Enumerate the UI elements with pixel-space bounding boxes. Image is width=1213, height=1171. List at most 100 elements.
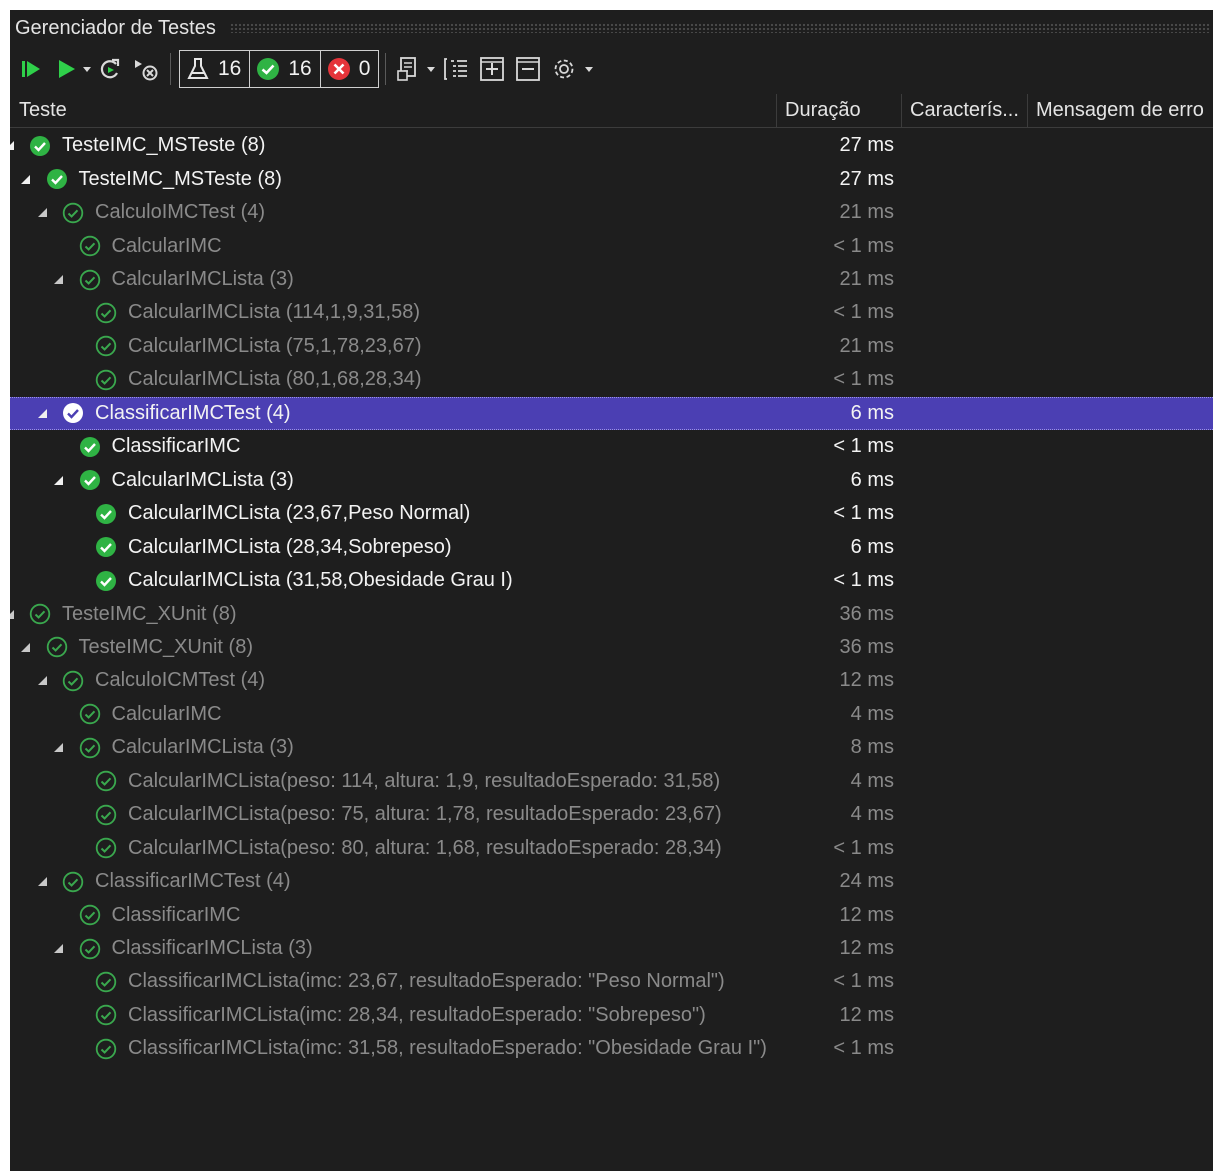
rerun-icon[interactable] [94, 51, 128, 87]
test-name: CalcularIMCLista (31,58,Obesidade Grau I… [128, 569, 513, 592]
test-duration: 12 ms [839, 937, 894, 960]
title-drag-grip[interactable] [229, 23, 1211, 33]
test-duration: 4 ms [850, 702, 894, 725]
playlist-icon[interactable] [392, 51, 424, 87]
tree-row[interactable]: CalculoIMCTest (4) 21 ms [10, 196, 1213, 229]
test-name: ClassificarIMCTest (4) [95, 870, 291, 893]
tree-row[interactable]: ClassificarIMC < 1 ms [10, 430, 1213, 463]
run-dropdown-chevron-icon[interactable] [80, 51, 94, 87]
tree-row[interactable]: TesteIMC_MSTeste (8) 27 ms [10, 129, 1213, 162]
tree-row[interactable]: CalcularIMCLista (31,58,Obesidade Grau I… [10, 564, 1213, 597]
settings-dropdown-chevron-icon[interactable] [582, 51, 596, 87]
failed-tests-filter[interactable]: 0 [319, 51, 379, 87]
tree-row[interactable]: CalcularIMC 4 ms [10, 698, 1213, 731]
expand-all-icon[interactable] [474, 51, 510, 87]
test-duration: < 1 ms [833, 368, 894, 391]
cancel-run-icon[interactable] [128, 51, 164, 87]
expander-triangle-icon[interactable] [20, 641, 32, 653]
result-counters: 16 16 0 [179, 50, 380, 88]
total-tests-filter[interactable]: 16 [180, 51, 249, 87]
test-explorer-panel: Gerenciador de Testes 16 16 0 Teste Dura… [10, 10, 1213, 1171]
tree-row[interactable]: CalcularIMCLista (3) 6 ms [10, 464, 1213, 497]
expander-triangle-icon[interactable] [36, 876, 48, 888]
tree-row[interactable]: CalcularIMCLista (80,1,68,28,34) < 1 ms [10, 363, 1213, 396]
tree-row[interactable]: ClassificarIMCLista(imc: 23,67, resultad… [10, 965, 1213, 998]
test-duration: 27 ms [839, 167, 894, 190]
test-passed-icon [95, 770, 117, 792]
test-duration: 6 ms [850, 535, 894, 558]
tree-row[interactable]: ClassificarIMCLista (3) 12 ms [10, 932, 1213, 965]
toolbar-separator [385, 53, 387, 85]
test-passed-icon [95, 837, 117, 859]
play-icon[interactable] [52, 51, 80, 87]
column-header-duration[interactable]: Duração [776, 94, 901, 127]
tree-row[interactable]: CalcularIMCLista(peso: 75, altura: 1,78,… [10, 798, 1213, 831]
test-duration: < 1 ms [833, 970, 894, 993]
test-name: ClassificarIMCLista(imc: 28,34, resultad… [128, 1003, 706, 1026]
test-duration: < 1 ms [833, 836, 894, 859]
expander-triangle-icon[interactable] [10, 608, 15, 620]
tree-row[interactable]: CalcularIMCLista (28,34,Sobrepeso) 6 ms [10, 530, 1213, 563]
test-passed-icon [95, 302, 117, 324]
tree-row[interactable]: ClassificarIMCLista(imc: 28,34, resultad… [10, 999, 1213, 1032]
test-duration: < 1 ms [833, 234, 894, 257]
expander-triangle-icon[interactable] [53, 474, 65, 486]
test-name: CalcularIMC [111, 702, 222, 725]
test-name: CalcularIMCLista (3) [111, 468, 294, 491]
tree-row[interactable]: ClassificarIMCTest (4) 6 ms [10, 396, 1213, 431]
test-duration: 12 ms [839, 903, 894, 926]
collapse-all-icon[interactable] [510, 51, 546, 87]
test-name: ClassificarIMCLista (3) [111, 937, 313, 960]
test-duration: 6 ms [850, 401, 894, 424]
test-passed-icon [79, 469, 101, 491]
tree-row[interactable]: ClassificarIMCTest (4) 24 ms [10, 865, 1213, 898]
column-header-test[interactable]: Teste [10, 94, 776, 127]
test-name: TesteIMC_MSTeste (8) [62, 134, 266, 157]
test-passed-icon [46, 636, 68, 658]
test-name: CalcularIMCLista(peso: 80, altura: 1,68,… [128, 836, 722, 859]
test-duration: < 1 ms [833, 502, 894, 525]
expander-triangle-icon[interactable] [53, 742, 65, 754]
tree-row[interactable]: CalcularIMCLista (75,1,78,23,67) 21 ms [10, 330, 1213, 363]
test-name: CalcularIMCLista(peso: 75, altura: 1,78,… [128, 803, 722, 826]
tree-row[interactable]: CalcularIMCLista(peso: 114, altura: 1,9,… [10, 765, 1213, 798]
total-count: 16 [218, 57, 242, 80]
expander-triangle-icon[interactable] [36, 207, 48, 219]
group-by-icon[interactable] [438, 51, 474, 87]
passed-tests-filter[interactable]: 16 [249, 51, 319, 87]
tree-row[interactable]: TesteIMC_XUnit (8) 36 ms [10, 597, 1213, 630]
expander-triangle-icon[interactable] [10, 140, 15, 152]
expander-triangle-icon[interactable] [36, 407, 48, 419]
expander-triangle-icon[interactable] [36, 675, 48, 687]
tree-row[interactable]: CalcularIMCLista (3) 8 ms [10, 731, 1213, 764]
run-all-icon[interactable] [10, 51, 52, 87]
expander-triangle-icon[interactable] [53, 943, 65, 955]
column-header-error-message[interactable]: Mensagem de erro [1027, 94, 1213, 127]
test-passed-icon [95, 369, 117, 391]
tree-row[interactable]: CalcularIMCLista (114,1,9,31,58) < 1 ms [10, 296, 1213, 329]
test-duration: < 1 ms [833, 435, 894, 458]
expander-triangle-icon[interactable] [53, 274, 65, 286]
tree-row[interactable]: ClassificarIMCLista(imc: 31,58, resultad… [10, 1032, 1213, 1065]
test-duration: 21 ms [839, 201, 894, 224]
column-header-traits[interactable]: Caracterís... [901, 94, 1027, 127]
gear-icon[interactable] [546, 51, 582, 87]
tree-row[interactable]: CalcularIMCLista (3) 21 ms [10, 263, 1213, 296]
playlist-dropdown-chevron-icon[interactable] [424, 51, 438, 87]
tree-row[interactable]: ClassificarIMC 12 ms [10, 898, 1213, 931]
tree-row[interactable]: CalcularIMCLista (23,67,Peso Normal) < 1 … [10, 497, 1213, 530]
tree-row[interactable]: CalculoICMTest (4) 12 ms [10, 664, 1213, 697]
passed-check-icon [257, 58, 280, 80]
panel-title: Gerenciador de Testes [15, 16, 216, 39]
test-duration: 21 ms [839, 268, 894, 291]
test-duration: 24 ms [839, 870, 894, 893]
tree-row[interactable]: CalcularIMCLista(peso: 80, altura: 1,68,… [10, 831, 1213, 864]
tree-row[interactable]: TesteIMC_MSTeste (8) 27 ms [10, 162, 1213, 195]
test-passed-icon [79, 904, 101, 926]
panel-title-bar[interactable]: Gerenciador de Testes [10, 10, 1213, 46]
test-name: ClassificarIMC [111, 435, 241, 458]
expander-triangle-icon[interactable] [20, 173, 32, 185]
tree-row[interactable]: CalcularIMC < 1 ms [10, 229, 1213, 262]
tree-row[interactable]: TesteIMC_XUnit (8) 36 ms [10, 631, 1213, 664]
test-name: CalcularIMC [111, 234, 222, 257]
